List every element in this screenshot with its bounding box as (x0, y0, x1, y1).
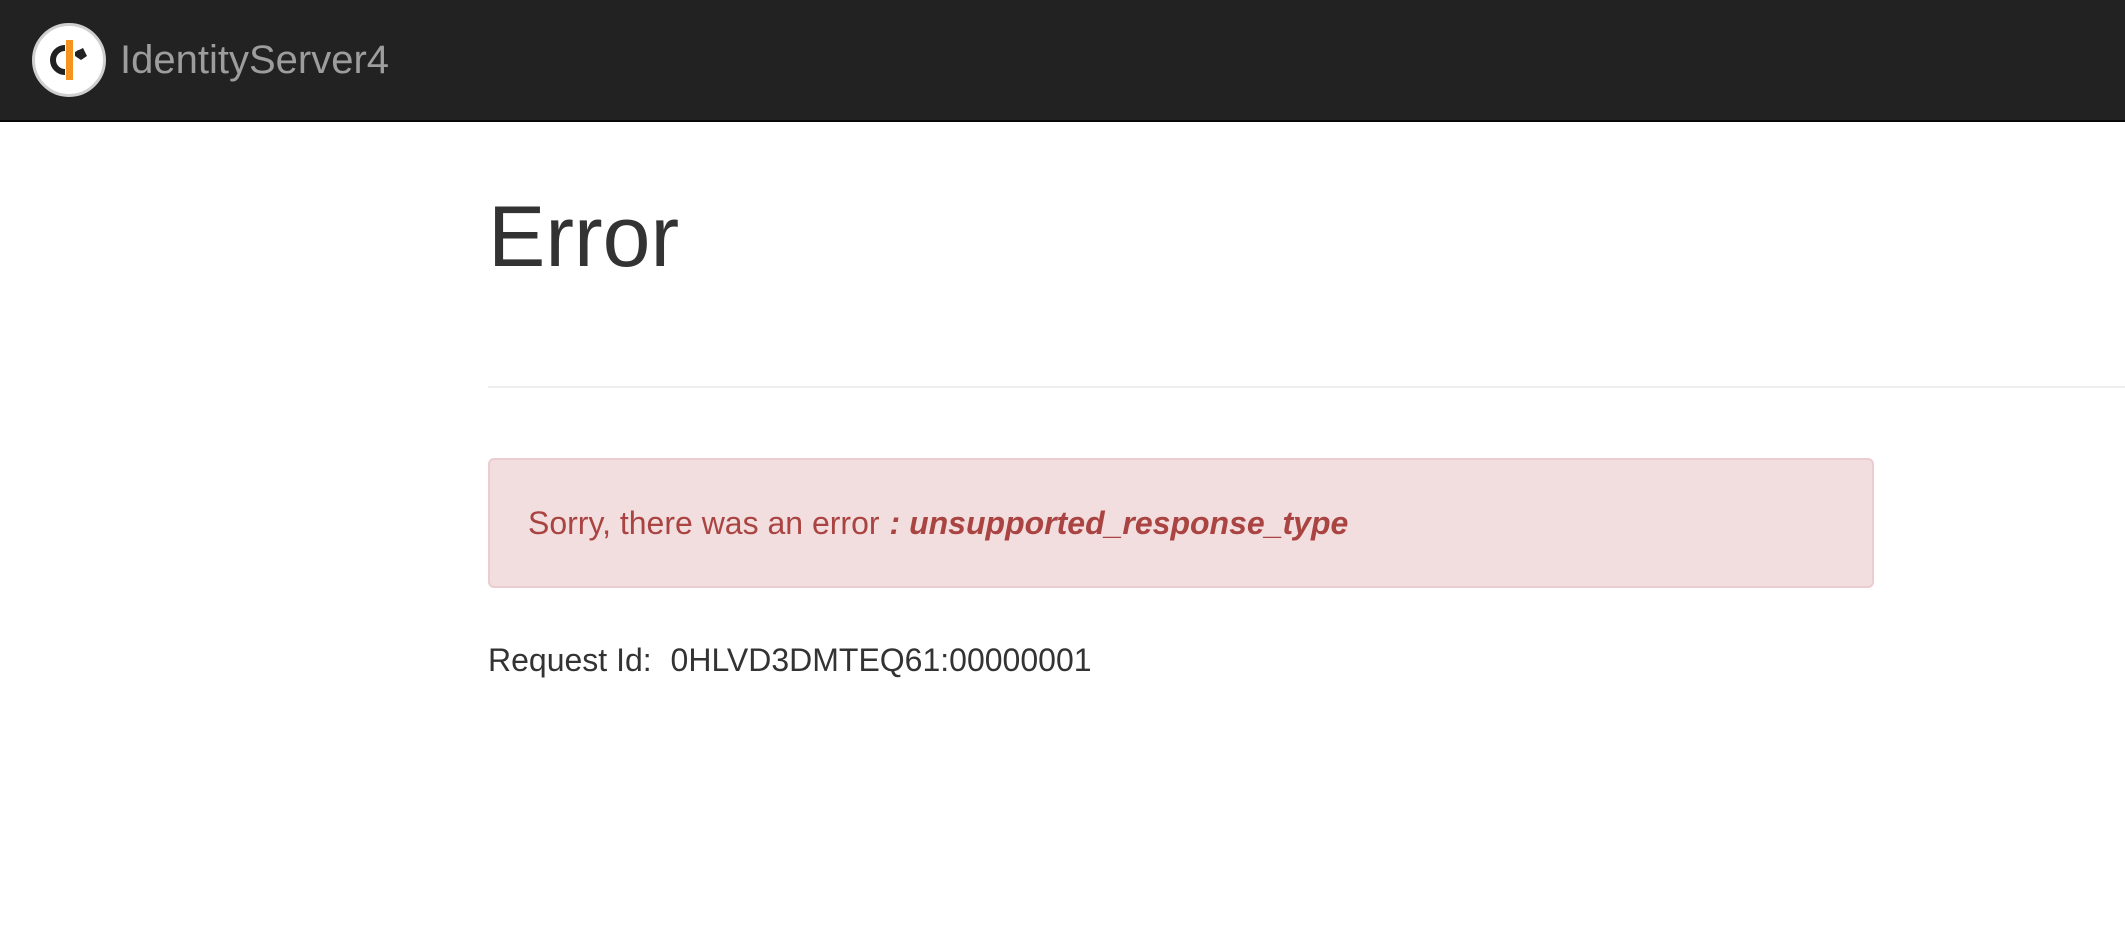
brand-name: IdentityServer4 (120, 38, 390, 82)
main-container: Error Sorry, there was an error : unsupp… (488, 122, 2125, 678)
identityserver-logo-icon (32, 23, 106, 97)
request-id-line: Request Id: 0HLVD3DMTEQ61:00000001 (488, 642, 1092, 679)
error-alert: Sorry, there was an error : unsupported_… (488, 458, 1874, 588)
request-id-label: Request Id: (488, 642, 652, 678)
brand-link[interactable]: IdentityServer4 (32, 22, 389, 98)
error-code: : unsupported_response_type (889, 504, 1349, 541)
navbar: IdentityServer4 (0, 0, 2125, 122)
page-title: Error (488, 189, 680, 285)
request-id-value: 0HLVD3DMTEQ61:00000001 (670, 642, 1092, 678)
error-message: Sorry, there was an error (528, 504, 880, 541)
page-header: Error (488, 190, 2125, 388)
